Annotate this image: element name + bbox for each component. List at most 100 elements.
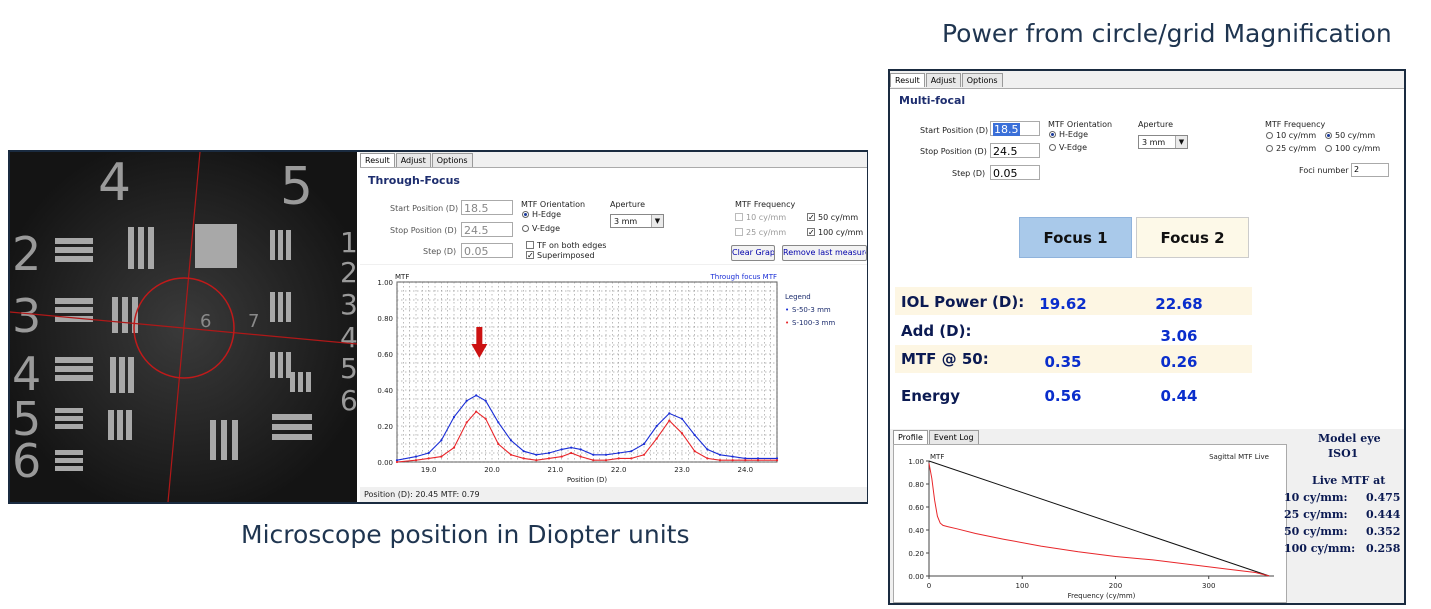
chart-number: 6 (12, 434, 41, 488)
chart-number: 1 (340, 226, 357, 259)
series-point (642, 442, 646, 446)
mtf-50-label: MTF @ 50: (901, 350, 989, 368)
tab-result[interactable]: Result (360, 153, 395, 167)
tab-adjust[interactable]: Adjust (925, 73, 961, 87)
series-point (693, 450, 696, 453)
series-point (465, 421, 468, 424)
add-label: Add (D): (901, 322, 972, 340)
iol-power-focus1: 19.62 (1039, 295, 1087, 313)
series-point (484, 417, 487, 420)
series-point (535, 459, 538, 462)
series-point (680, 432, 684, 435)
series-point (617, 457, 620, 460)
foci-number-label: Foci number (1299, 166, 1349, 175)
v-edge-label: V-Edge (532, 224, 561, 233)
freq-25-checkbox[interactable] (735, 228, 743, 236)
mtf-frequency-label: MTF Frequency (1265, 120, 1326, 129)
focus-2-button[interactable]: Focus 2 (1136, 217, 1249, 258)
bottom-tabs: Profile Event Log (893, 430, 980, 444)
step-field[interactable]: 0.05 (990, 165, 1040, 180)
target-bar (210, 420, 216, 460)
freq-25-radio[interactable] (1266, 145, 1273, 152)
series-point (522, 450, 525, 453)
tab-event-log[interactable]: Event Log (928, 430, 979, 444)
target-bar (221, 420, 227, 460)
tab-profile[interactable]: Profile (893, 430, 928, 444)
target-bar (270, 292, 275, 322)
h-edge-label: H-Edge (532, 210, 562, 219)
chart-number: 2 (12, 227, 41, 281)
stop-position-field[interactable]: 24.5 (461, 222, 513, 237)
v-edge-radio[interactable] (522, 225, 529, 232)
aperture-select[interactable]: 3 mm ▼ (610, 214, 664, 228)
chart-number: 4 (340, 321, 357, 354)
freq-10-label: 10 cy/mm (746, 213, 787, 222)
freq-50-checkbox[interactable]: ✓ (807, 213, 815, 222)
legend-entry: S-50-3 mm (792, 306, 831, 314)
freq-10-checkbox[interactable] (735, 213, 743, 221)
series-point (718, 453, 722, 456)
freq-10-radio[interactable] (1266, 132, 1273, 139)
stop-position-field[interactable]: 24.5 (990, 143, 1040, 158)
stop-position-label: Stop Position (D) (390, 226, 457, 235)
iol-power-label: IOL Power (D): (901, 293, 1025, 311)
y-tick-label: 0.20 (908, 550, 924, 558)
right-figure-title: Power from circle/grid Magnification (942, 19, 1392, 48)
aperture-select[interactable]: 3 mm ▼ (1138, 135, 1188, 149)
freq-100-checkbox[interactable]: ✓ (807, 228, 815, 237)
freq-100-label: 100 cy/mm (818, 228, 864, 237)
tab-result[interactable]: Result (890, 73, 925, 87)
tab-options[interactable]: Options (961, 73, 1003, 87)
legend-entry: S-100-3 mm (792, 319, 835, 327)
live-value-100: 0.258 (1366, 542, 1401, 555)
step-label: Step (D) (952, 169, 986, 178)
clear-graph-button[interactable]: Clear Graph (731, 245, 775, 261)
h-edge-radio[interactable] (1049, 131, 1056, 138)
series-point (744, 459, 747, 462)
superimposed-checkbox[interactable]: ✓ (526, 251, 534, 260)
target-bar (232, 420, 238, 460)
x-tick-label: 19.0 (421, 466, 437, 474)
remove-last-measurement-button[interactable]: Remove last measurement (782, 245, 867, 261)
focus-1-button[interactable]: Focus 1 (1019, 217, 1132, 258)
target-bar (128, 227, 134, 269)
legend-marker: • (785, 319, 789, 327)
target-bar (117, 410, 123, 440)
energy-row: Energy 0.56 0.44 (895, 381, 1252, 409)
series-point (414, 459, 418, 462)
series-point (668, 412, 671, 415)
start-position-field[interactable]: 18.5 (990, 121, 1040, 136)
target-bar (286, 230, 291, 260)
tf-both-edges-checkbox[interactable] (526, 241, 534, 249)
series-point (522, 457, 525, 460)
target-bar (278, 230, 283, 260)
v-edge-radio[interactable] (1049, 144, 1056, 151)
freq-100-radio[interactable] (1325, 145, 1332, 152)
result-tabs: Result Adjust Options (360, 153, 474, 167)
target-bar (55, 357, 93, 363)
series-point (475, 410, 478, 413)
step-field[interactable]: 0.05 (461, 243, 513, 258)
mtf-50-row: MTF @ 50: 0.35 0.26 (895, 345, 1252, 373)
v-edge-label: V-Edge (1059, 143, 1088, 152)
target-bar (272, 414, 312, 420)
series-point (630, 450, 633, 453)
series-point (560, 448, 563, 451)
h-edge-radio[interactable] (522, 211, 529, 218)
tab-adjust[interactable]: Adjust (395, 153, 431, 167)
series-point (642, 453, 646, 456)
target-bar (55, 408, 83, 413)
freq-50-radio[interactable] (1325, 132, 1332, 139)
chart-number: 6 (200, 311, 211, 332)
y-tick-label: 0.00 (908, 573, 924, 581)
series-point (718, 459, 722, 462)
stop-position-label: Stop Position (D) (920, 147, 987, 156)
foci-number-field[interactable]: 2 (1351, 163, 1389, 177)
target-bar (122, 297, 128, 333)
target-bar (55, 375, 93, 381)
start-position-field[interactable]: 18.5 (461, 200, 513, 215)
freq-50-label: 50 cy/mm (818, 213, 859, 222)
target-bar (278, 292, 283, 322)
tab-options[interactable]: Options (431, 153, 473, 167)
series-point (497, 442, 500, 446)
